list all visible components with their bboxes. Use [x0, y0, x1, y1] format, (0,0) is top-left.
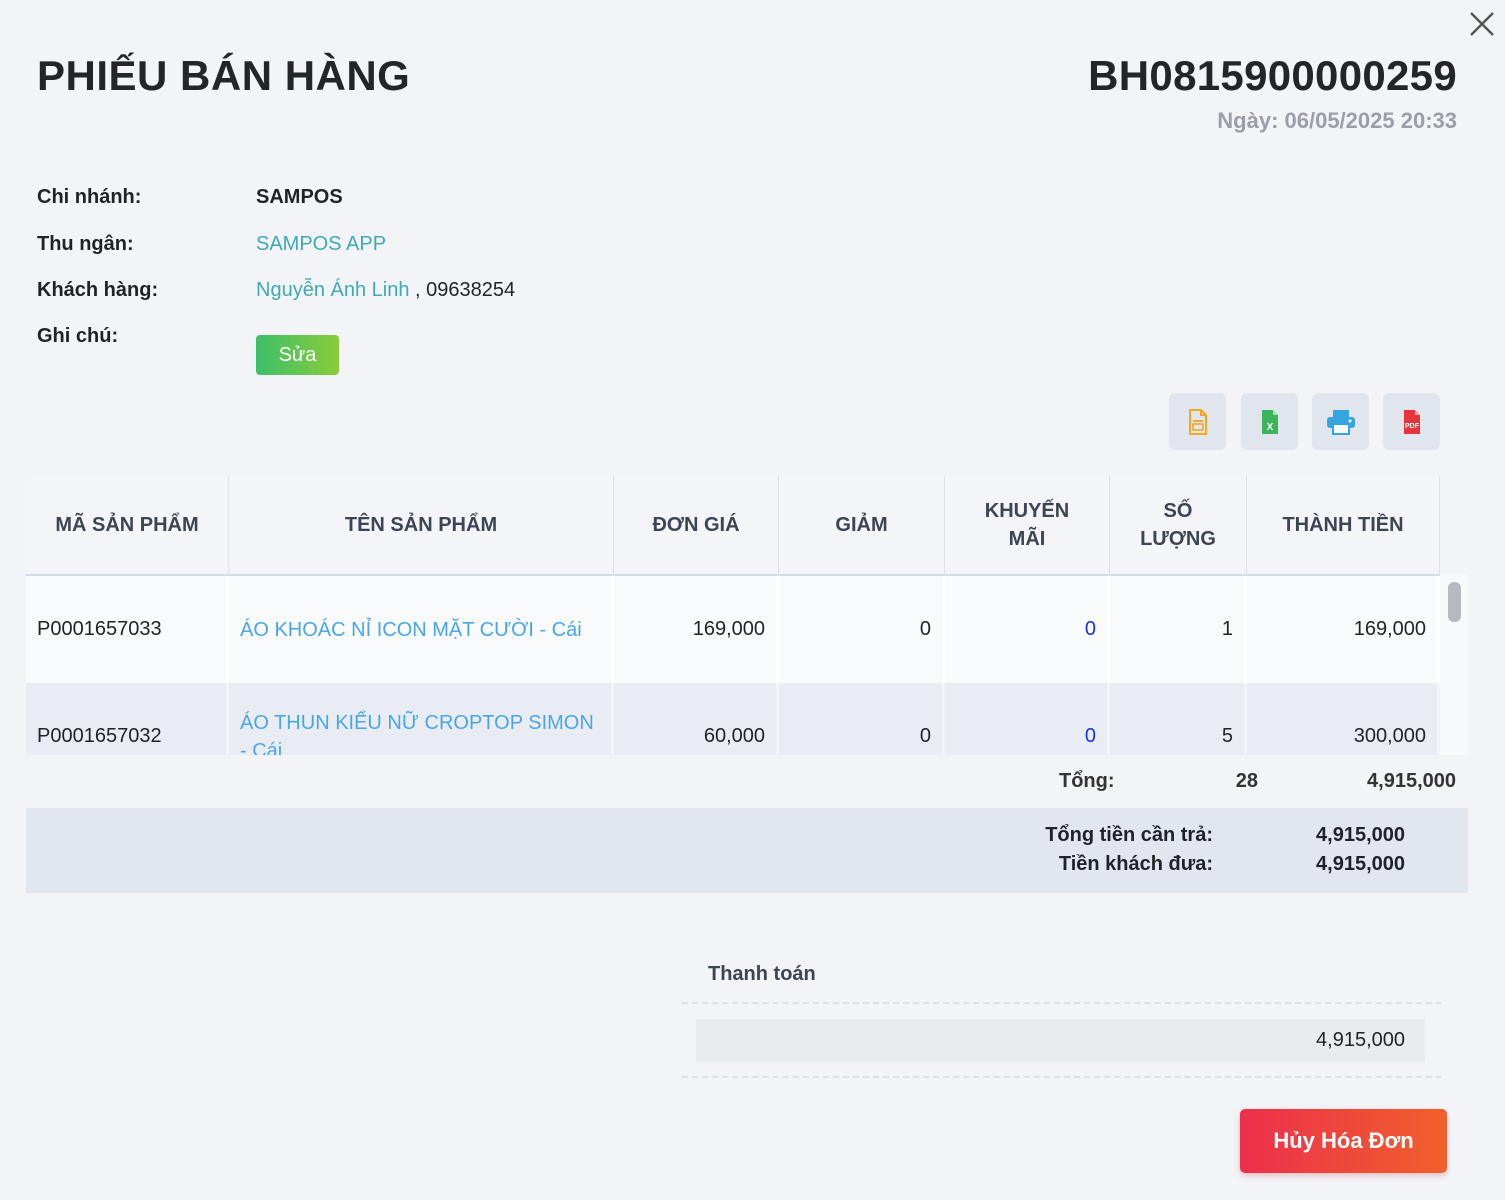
export-excel-button[interactable]: X — [1241, 393, 1298, 450]
table-row: P0001657033 ÁO KHOÁC NỈ ICON MẶT CƯỜI - … — [26, 576, 1440, 683]
cell-total: 300,000 — [1247, 683, 1440, 755]
excel-icon: X — [1261, 409, 1278, 434]
edit-note-button[interactable]: Sửa — [256, 335, 339, 375]
cell-code: P0001657032 — [26, 683, 229, 755]
customer-name-link[interactable]: Nguyễn Ánh Linh — [256, 279, 409, 301]
cell-price: 169,000 — [614, 576, 779, 683]
total-label: Tổng: — [1059, 770, 1115, 792]
svg-text:X: X — [1266, 422, 1273, 433]
customer-label: Khách hàng: — [37, 279, 159, 301]
col-header-total: THÀNH TIỀN — [1247, 476, 1440, 574]
payment-divider — [682, 1002, 1442, 1004]
export-document-button[interactable] — [1169, 393, 1226, 450]
col-header-code: MÃ SẢN PHẨM — [26, 476, 229, 574]
export-pdf-button[interactable]: PDF — [1383, 393, 1440, 450]
cell-promo-link[interactable]: 0 — [945, 576, 1110, 683]
col-header-qty: SỐ LƯỢNG — [1110, 476, 1247, 574]
payment-title: Thanh toán — [708, 963, 816, 985]
invoice-code: BH0815900000259 — [1088, 52, 1457, 99]
col-header-qty-line2: LƯỢNG — [1140, 528, 1216, 550]
cell-qty: 1 — [1110, 576, 1247, 683]
customer-value: Nguyễn Ánh Linh , 09638254 — [256, 276, 515, 304]
customer-phone: , 09638254 — [409, 279, 516, 301]
cell-code: P0001657033 — [26, 576, 229, 683]
col-header-discount: GIẢM — [779, 476, 945, 574]
branch-label: Chi nhánh: — [37, 186, 142, 208]
printer-icon — [1326, 409, 1355, 435]
payment-summary: Tổng tiền cần trả: 4,915,000 Tiền khách … — [26, 808, 1468, 893]
pdf-icon: PDF — [1403, 409, 1420, 434]
page-title: PHIẾU BÁN HÀNG — [37, 52, 411, 99]
branch-value: SAMPOS — [256, 186, 343, 208]
close-icon — [1470, 12, 1494, 36]
col-header-name: TÊN SẢN PHẨM — [229, 476, 614, 574]
svg-text:PDF: PDF — [1405, 423, 1420, 430]
payment-divider — [682, 1076, 1442, 1078]
amount-due-value: 4,915,000 — [1316, 824, 1405, 846]
table-header: MÃ SẢN PHẨM TÊN SẢN PHẨM ĐƠN GIÁ GIẢM KH… — [26, 476, 1440, 576]
cell-qty: 5 — [1110, 683, 1247, 755]
cell-product-name-link[interactable]: ÁO KHOÁC NỈ ICON MẶT CƯỜI - Cái — [229, 576, 614, 683]
total-amount: 4,915,000 — [1367, 770, 1456, 792]
col-header-qty-line1: SỐ — [1163, 500, 1193, 522]
payment-amount-field[interactable]: 4,915,000 — [696, 1019, 1425, 1062]
col-header-price: ĐƠN GIÁ — [614, 476, 779, 574]
amount-paid-value: 4,915,000 — [1316, 853, 1405, 875]
note-label: Ghi chú: — [37, 325, 119, 347]
invoice-date: Ngày: 06/05/2025 20:33 — [1217, 108, 1457, 133]
table-row: P0001657032 ÁO THUN KIỂU NỮ CROPTOP SIMO… — [26, 683, 1440, 755]
cashier-link[interactable]: SAMPOS APP — [256, 230, 386, 258]
col-header-promo-line2: MÃI — [1008, 528, 1046, 550]
total-quantity: 28 — [1235, 770, 1258, 792]
cell-product-name-link[interactable]: ÁO THUN KIỂU NỮ CROPTOP SIMON - Cái — [229, 683, 614, 755]
amount-due-label: Tổng tiền cần trả: — [1045, 824, 1213, 846]
col-header-promo: KHUYẾN MÃI — [945, 476, 1110, 574]
cell-promo-link[interactable]: 0 — [945, 683, 1110, 755]
amount-paid-label: Tiền khách đưa: — [1058, 853, 1213, 875]
cell-price: 60,000 — [614, 683, 779, 755]
payment-section: Thanh toán 4,915,000 — [682, 946, 1442, 1078]
cell-discount: 0 — [779, 576, 945, 683]
cancel-invoice-button[interactable]: Hủy Hóa Đơn — [1240, 1109, 1447, 1173]
cell-discount: 0 — [779, 683, 945, 755]
close-button[interactable] — [1466, 8, 1498, 40]
scrollbar-thumb[interactable] — [1448, 582, 1461, 622]
col-header-promo-line1: KHUYẾN — [984, 500, 1070, 522]
products-table: MÃ SẢN PHẨM TÊN SẢN PHẨM ĐƠN GIÁ GIẢM KH… — [26, 476, 1468, 755]
document-icon — [1188, 408, 1207, 435]
cashier-label: Thu ngân: — [37, 233, 134, 255]
print-button[interactable] — [1312, 393, 1369, 450]
table-scrollbar[interactable] — [1440, 574, 1468, 755]
cell-total: 169,000 — [1247, 576, 1440, 683]
